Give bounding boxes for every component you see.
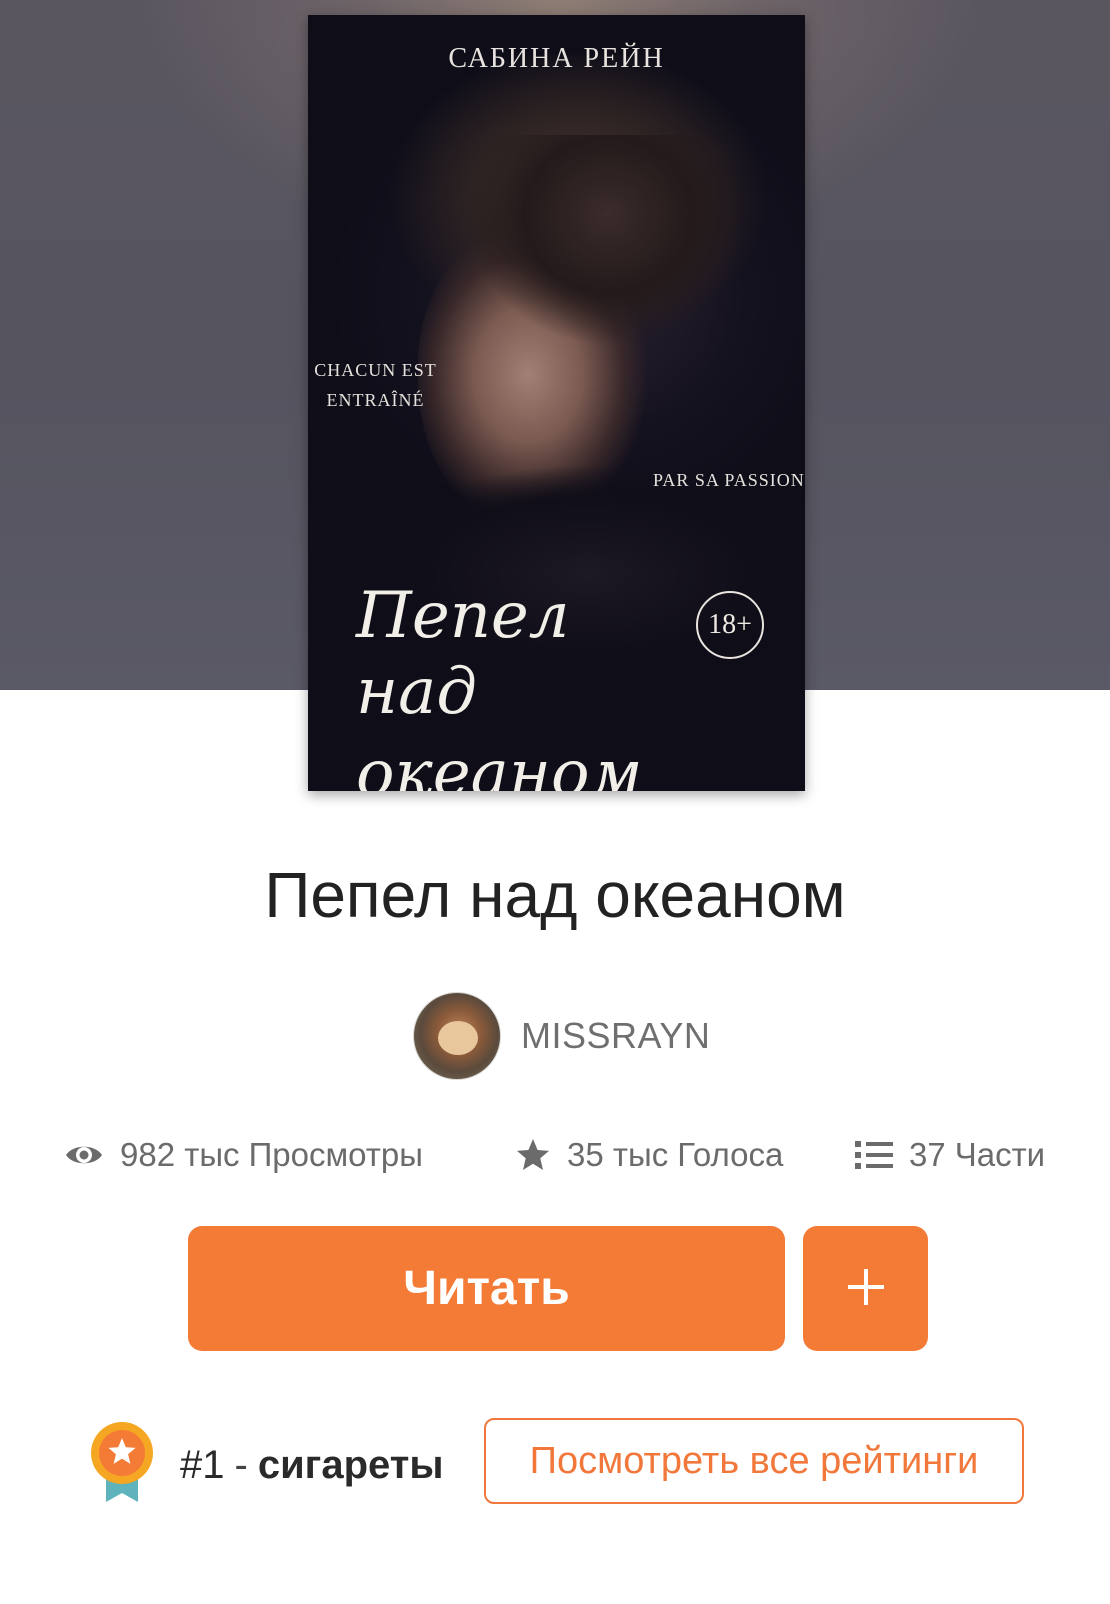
ranking-separator: - [234, 1442, 248, 1487]
star-icon [515, 1137, 551, 1173]
plus-icon [844, 1265, 888, 1312]
list-icon [855, 1139, 893, 1171]
parts-count: 37 [909, 1136, 946, 1173]
cover-author-name: САБИНА РЕЙН [448, 43, 665, 74]
book-cover[interactable]: САБИНА РЕЙН Chacun est entraîné par sa p… [308, 15, 805, 791]
cover-title-line-2: над океаном [356, 655, 643, 791]
read-button[interactable]: Читать [188, 1226, 785, 1351]
cover-art-fringe [458, 135, 738, 395]
views-stat: 982 тыс Просмотры [64, 1130, 423, 1180]
cover-phrase-right: par sa passion [653, 470, 805, 490]
votes-stat: 35 тыс Голоса [515, 1130, 783, 1180]
author-username[interactable]: MISSRAYN [521, 1015, 710, 1057]
author-link[interactable]: MISSRAYN [413, 992, 710, 1080]
story-title: Пепел над океаном [264, 859, 846, 931]
parts-stat: 37 Части [855, 1130, 1045, 1180]
cover-phrase-left: Chacun est entraîné [314, 360, 437, 410]
add-to-library-button[interactable] [803, 1226, 928, 1351]
votes-label: Голоса [677, 1136, 784, 1173]
votes-count: 35 тыс [567, 1136, 669, 1173]
parts-label: Части [954, 1136, 1046, 1173]
eye-icon [64, 1141, 104, 1169]
ranking-medal-icon [88, 1420, 156, 1504]
views-label: Просмотры [248, 1136, 423, 1173]
cover-title: Пепел над океаном [356, 575, 686, 791]
ranking-tag: сигареты [257, 1442, 444, 1487]
views-count: 982 тыс [120, 1136, 240, 1173]
author-avatar[interactable] [413, 992, 501, 1080]
cover-title-line-1: Пепел [356, 579, 570, 653]
story-stats: 982 тыс Просмотры 35 тыс Голоса 37 Части [0, 1130, 1110, 1180]
ranking-text: #1 - сигареты [180, 1440, 443, 1490]
ranking-position: #1 [180, 1442, 225, 1487]
view-all-rankings-button[interactable]: Посмотреть все рейтинги [484, 1418, 1024, 1504]
story-details-page: САБИНА РЕЙН Chacun est entraîné par sa p… [0, 0, 1110, 1604]
age-rating-badge: 18+ [696, 591, 764, 659]
